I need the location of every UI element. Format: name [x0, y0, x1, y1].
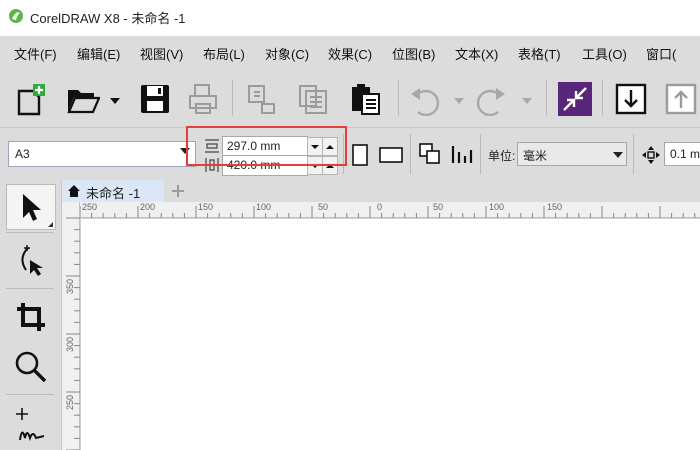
import-pages-icon[interactable]: [244, 82, 278, 116]
toolbar-separator: [546, 80, 547, 116]
horizontal-ruler[interactable]: 250 200 150 100 50 0 50 100 150: [80, 202, 700, 218]
vertical-ruler[interactable]: 350 300 250: [62, 202, 80, 450]
all-pages-icon[interactable]: [418, 142, 442, 166]
home-icon: [68, 185, 80, 197]
new-document-icon[interactable]: [14, 82, 48, 116]
toolbox-separator: [6, 394, 54, 395]
toolbar-separator: [232, 80, 233, 116]
menu-bitmaps[interactable]: 位图(B): [392, 44, 435, 63]
shape-tool[interactable]: [6, 238, 54, 282]
crop-icon: [17, 303, 45, 331]
nudge-distance-field[interactable]: 0.1 m: [664, 142, 700, 166]
window-title: CorelDRAW X8 - 未命名 -1: [30, 11, 186, 26]
menu-bar: 文件(F) 编辑(E) 视图(V) 布局(L) 对象(C) 效果(C) 位图(B…: [0, 36, 700, 66]
vertical-ruler-ticks: [66, 217, 80, 450]
open-dropdown-arrow-icon[interactable]: [108, 82, 122, 116]
open-folder-icon[interactable]: [66, 82, 100, 116]
title-bar: CorelDRAW X8 - 未命名 -1: [0, 0, 700, 32]
toolbar-separator: [398, 80, 399, 116]
units-dropdown-arrow-icon[interactable]: [613, 152, 623, 158]
menu-layout[interactable]: 布局(L): [203, 44, 245, 63]
copy-pages-icon[interactable]: [296, 82, 330, 116]
property-separator: [480, 134, 481, 174]
menu-tools[interactable]: 工具(O): [582, 44, 627, 63]
search-content-icon[interactable]: [558, 82, 592, 116]
redo-icon[interactable]: [474, 82, 508, 116]
new-document-tab-plus-icon[interactable]: [168, 180, 188, 202]
zoom-tool[interactable]: [6, 344, 54, 388]
paper-size-value: A3: [15, 147, 30, 161]
menu-file[interactable]: 文件(F): [14, 44, 57, 63]
ruler-label: 350: [65, 278, 75, 294]
property-bar: A3 297.0 mm 420.0 mm 单位: 毫米 0.1 m: [0, 128, 700, 180]
toolbox-separator: [6, 288, 54, 289]
nudge-distance-icon: [642, 146, 660, 164]
undo-dropdown-arrow-icon[interactable]: [452, 82, 466, 116]
menu-text[interactable]: 文本(X): [455, 44, 498, 63]
toolbar-separator: [602, 80, 603, 116]
dimension-highlight-box: [186, 126, 347, 166]
coreldraw-logo-icon: [9, 9, 23, 23]
document-tab[interactable]: 未命名 -1: [62, 180, 164, 202]
property-separator: [633, 134, 634, 174]
toolbox-separator: [6, 232, 54, 233]
pick-tool[interactable]: [6, 184, 56, 230]
units-value: 毫米: [523, 149, 548, 163]
ruler-label: 250: [65, 394, 75, 410]
ruler-label: 250: [82, 202, 98, 212]
ruler-label: 100: [256, 202, 272, 212]
paper-size-select[interactable]: A3: [8, 141, 196, 167]
redo-dropdown-arrow-icon[interactable]: [520, 82, 534, 116]
ruler-label: 50: [433, 202, 444, 212]
page-border: [80, 218, 700, 450]
horizontal-ruler-ticks: [80, 206, 696, 218]
undo-icon[interactable]: [408, 82, 442, 116]
paste-icon[interactable]: [348, 82, 382, 116]
portrait-orientation-icon[interactable]: [350, 143, 370, 167]
menu-view[interactable]: 视图(V): [140, 44, 183, 63]
units-label: 单位:: [488, 149, 516, 163]
menu-effects[interactable]: 效果(C): [328, 44, 372, 63]
document-tab-label: 未命名 -1: [86, 186, 141, 201]
menu-object[interactable]: 对象(C): [265, 44, 309, 63]
standard-toolbar: [0, 66, 700, 128]
property-separator: [410, 134, 411, 174]
units-select[interactable]: 毫米: [517, 142, 627, 166]
ruler-label: 100: [489, 202, 505, 212]
pick-arrow-icon: [23, 194, 41, 221]
current-page-icon[interactable]: [450, 142, 474, 166]
ruler-label: 300: [65, 336, 75, 352]
toolbox: [0, 180, 62, 450]
magnifier-icon: [15, 351, 47, 383]
ruler-label: 150: [547, 202, 563, 212]
ruler-label: 150: [198, 202, 214, 212]
ruler-label: 50: [318, 202, 329, 212]
menu-window[interactable]: 窗口(: [646, 44, 676, 63]
crop-tool[interactable]: [6, 294, 54, 338]
shape-node-icon: [21, 245, 43, 276]
menu-edit[interactable]: 编辑(E): [77, 44, 120, 63]
nudge-distance-value: 0.1 m: [670, 147, 700, 161]
freehand-curve-icon: [16, 408, 45, 442]
ruler-label: 200: [140, 202, 156, 212]
import-icon[interactable]: [614, 82, 648, 116]
freehand-tool[interactable]: [6, 400, 54, 444]
landscape-orientation-icon[interactable]: [378, 145, 404, 165]
export-icon[interactable]: [664, 82, 698, 116]
print-icon[interactable]: [186, 82, 220, 116]
ruler-label: 0: [377, 202, 383, 212]
save-icon[interactable]: [138, 82, 172, 116]
menu-table[interactable]: 表格(T): [518, 44, 561, 63]
flyout-corner-icon: [48, 222, 53, 227]
